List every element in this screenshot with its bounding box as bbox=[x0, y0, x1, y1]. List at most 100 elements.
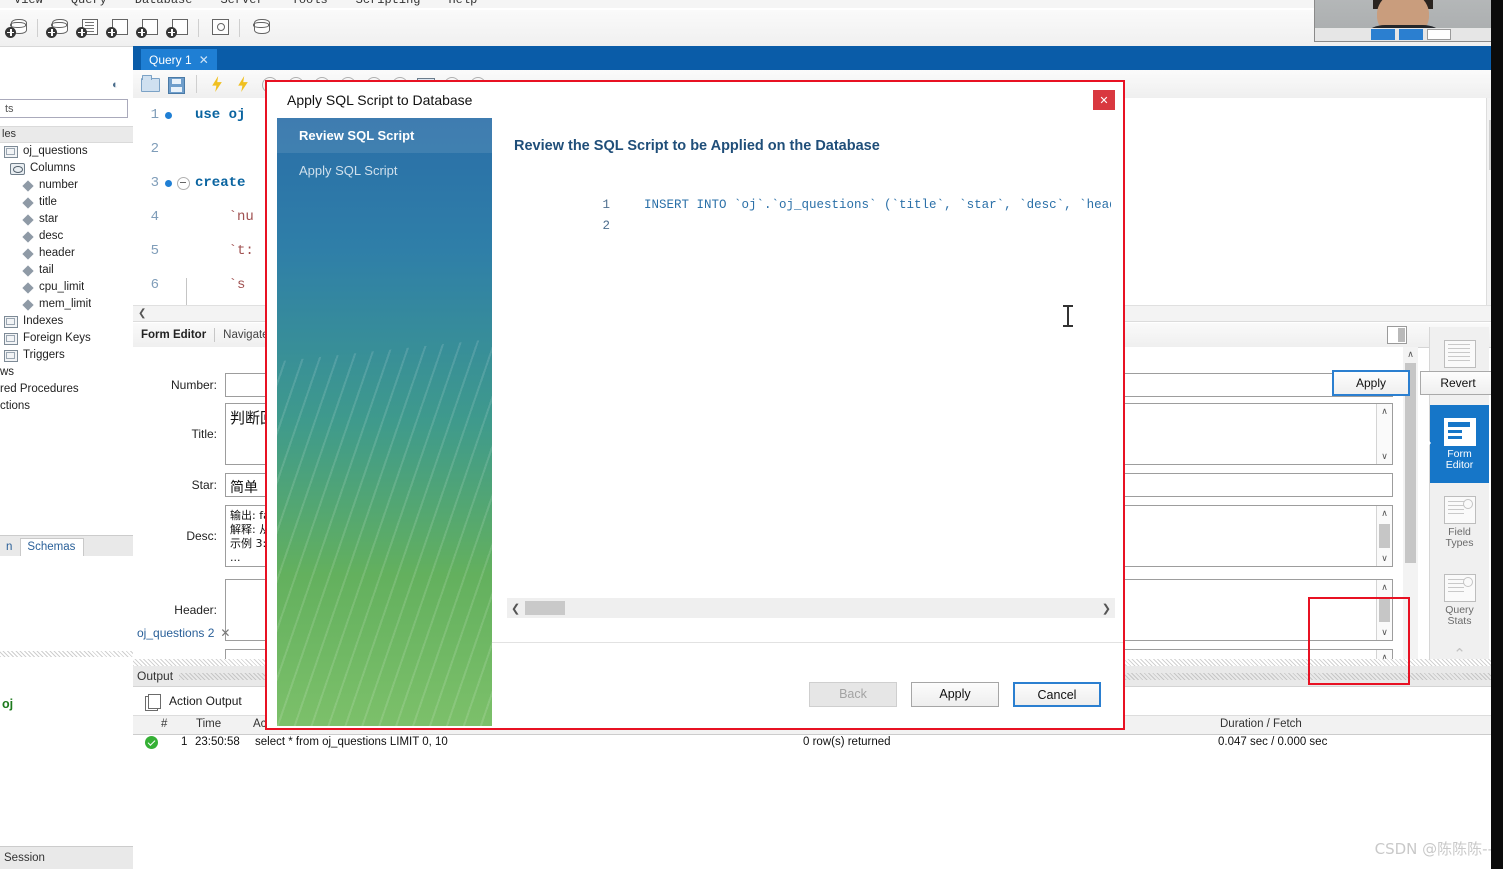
main-toolbar bbox=[0, 10, 1503, 47]
new-view-icon[interactable] bbox=[105, 15, 131, 41]
apply-button[interactable]: Apply bbox=[1332, 370, 1410, 396]
tree-item-column-header[interactable]: header bbox=[0, 245, 133, 262]
cancel-button[interactable]: Cancel bbox=[1013, 682, 1101, 707]
mysql-workbench-window: View Query Database Server Tools Scripti… bbox=[0, 0, 1503, 869]
line-number: 2 bbox=[602, 219, 611, 233]
toggle-sidebar-icon[interactable] bbox=[1387, 326, 1407, 344]
tree-item-column-star[interactable]: star bbox=[0, 211, 133, 228]
toolbar-separator bbox=[239, 19, 240, 37]
active-pointer-icon bbox=[1421, 432, 1431, 454]
tree-item-column-mem-limit[interactable]: mem_limit bbox=[0, 296, 133, 313]
menu-item-view[interactable]: View bbox=[0, 0, 57, 7]
tab-form-editor[interactable]: Form Editor bbox=[133, 329, 214, 341]
close-icon[interactable]: ✕ bbox=[199, 53, 209, 67]
tree-item-column-desc[interactable]: desc bbox=[0, 228, 133, 245]
new-schema-icon[interactable] bbox=[45, 15, 71, 41]
fold-toggle-icon[interactable] bbox=[177, 176, 190, 190]
scroll-up-icon[interactable]: ∧ bbox=[1377, 404, 1392, 419]
webcam-overlay bbox=[1314, 0, 1493, 42]
tree-item-views[interactable]: ws bbox=[0, 364, 133, 381]
apply-sql-script-dialog: Apply SQL Script to Database ✕ Review SQ… bbox=[265, 80, 1125, 730]
tab-administration[interactable]: n bbox=[0, 539, 20, 556]
tree-item-column-title[interactable]: title bbox=[0, 194, 133, 211]
menu-item-tools[interactable]: Tools bbox=[278, 0, 342, 7]
menu-item-server[interactable]: Server bbox=[206, 0, 277, 7]
step-review-sql-script[interactable]: Review SQL Script bbox=[277, 118, 492, 153]
tree-item-label: desc bbox=[39, 230, 64, 242]
new-table-icon[interactable] bbox=[75, 15, 101, 41]
rail-item-form-editor[interactable]: Form Editor bbox=[1421, 405, 1489, 483]
line-text: INSERT INTO `oj`.`oj_questions` (`title`… bbox=[644, 198, 1111, 212]
tree-item-foreign-keys[interactable]: Foreign Keys bbox=[0, 330, 133, 347]
scroll-thumb[interactable] bbox=[525, 601, 565, 615]
menu-item-database[interactable]: Database bbox=[121, 0, 207, 7]
schema-item-oj[interactable]: oj bbox=[0, 695, 133, 713]
line-number: 1 bbox=[150, 107, 159, 123]
new-procedure-icon[interactable] bbox=[135, 15, 161, 41]
tree-item-table[interactable]: oj_questions bbox=[0, 143, 133, 160]
execute-icon[interactable] bbox=[206, 73, 228, 95]
rail-item-query-stats[interactable]: Query Stats bbox=[1430, 561, 1489, 639]
tree-item-column-number[interactable]: number bbox=[0, 177, 133, 194]
tree-item-triggers[interactable]: Triggers bbox=[0, 347, 133, 364]
scroll-thumb[interactable] bbox=[1379, 598, 1390, 622]
scroll-up-icon[interactable]: ∧ bbox=[1377, 580, 1392, 595]
tree-item-stored-procedures[interactable]: red Procedures bbox=[0, 381, 133, 398]
scroll-down-icon[interactable]: ∨ bbox=[1377, 625, 1392, 640]
sql-preview-hscrollbar[interactable]: chevron-left-icon ❮ ❯ bbox=[507, 598, 1115, 618]
webcam-button[interactable] bbox=[1427, 29, 1451, 40]
search-data-icon[interactable] bbox=[206, 15, 232, 41]
scroll-down-icon[interactable]: ∨ bbox=[1377, 449, 1392, 464]
open-script-icon[interactable] bbox=[139, 73, 161, 95]
tree-item-functions[interactable]: ctions bbox=[0, 398, 133, 415]
scroll-up-icon[interactable]: ∧ bbox=[1377, 506, 1392, 521]
webcam-controls[interactable] bbox=[1315, 28, 1492, 41]
gutter-row: 4 bbox=[133, 200, 195, 234]
menu-item-help[interactable]: Help bbox=[434, 0, 491, 7]
result-tab-oj-questions[interactable]: oj_questions 2 ✕ bbox=[137, 626, 230, 640]
sql-preview-line: 1 INSERT INTO `oj`.`oj_questions` (`title… bbox=[503, 174, 1112, 212]
field-scrollbar[interactable]: ∧ ∨ bbox=[1376, 506, 1392, 566]
statement-marker-icon bbox=[165, 111, 172, 119]
tree-item-column-cpu-limit[interactable]: cpu_limit bbox=[0, 279, 133, 296]
chevron-left-icon[interactable]: ❮ bbox=[138, 308, 146, 319]
scroll-right-arrow[interactable]: ❯ bbox=[1102, 602, 1111, 615]
back-button[interactable]: Back bbox=[809, 682, 897, 707]
column-header-time: Time bbox=[196, 718, 222, 730]
tab-schemas[interactable]: Schemas bbox=[20, 538, 85, 556]
revert-button[interactable]: Revert bbox=[1420, 371, 1496, 395]
webcam-button[interactable] bbox=[1399, 29, 1423, 40]
save-script-icon[interactable] bbox=[165, 73, 187, 95]
tree-item-columns[interactable]: Columns bbox=[0, 160, 133, 177]
field-scrollbar[interactable]: ∧ ∨ bbox=[1376, 580, 1392, 640]
scroll-up-icon[interactable]: ∧ bbox=[1403, 347, 1418, 362]
dialog-apply-button[interactable]: Apply bbox=[911, 682, 999, 707]
navigator-splitter[interactable] bbox=[0, 651, 133, 657]
close-icon[interactable]: ✕ bbox=[1093, 90, 1115, 110]
navigator-filter-input[interactable]: ts bbox=[0, 99, 128, 118]
tab-query-1[interactable]: Query 1 ✕ bbox=[141, 49, 217, 70]
scroll-left-arrow[interactable]: ❮ bbox=[511, 602, 520, 615]
reconnect-server-icon[interactable] bbox=[247, 15, 273, 41]
scroll-thumb[interactable] bbox=[1379, 524, 1390, 548]
new-connection-icon[interactable] bbox=[4, 15, 30, 41]
new-function-icon[interactable] bbox=[165, 15, 191, 41]
tree-item-indexes[interactable]: Indexes bbox=[0, 313, 133, 330]
collapse-panel-icon[interactable]: ◐ bbox=[112, 79, 126, 91]
menu-item-query[interactable]: Query bbox=[57, 0, 121, 7]
tree-item-label: tail bbox=[39, 264, 54, 276]
gutter-row: 1 bbox=[133, 98, 195, 132]
output-table-row[interactable]: 1 23:50:58 select * from oj_questions LI… bbox=[133, 733, 1503, 755]
close-icon[interactable]: ✕ bbox=[220, 626, 230, 640]
tree-item-column-tail[interactable]: tail bbox=[0, 262, 133, 279]
sql-preview[interactable]: 1 INSERT INTO `oj`.`oj_questions` (`title… bbox=[502, 173, 1112, 625]
scroll-down-icon[interactable]: ∨ bbox=[1377, 551, 1392, 566]
rail-item-field-types[interactable]: Field Types bbox=[1430, 483, 1489, 561]
fold-guide bbox=[186, 278, 187, 308]
field-scrollbar[interactable]: ∧ ∨ bbox=[1376, 404, 1392, 464]
menu-item-scripting[interactable]: Scripting bbox=[342, 0, 435, 7]
form-panel-scrollbar[interactable]: ∧ ∨ bbox=[1403, 347, 1418, 672]
action-output-label[interactable]: Action Output bbox=[169, 694, 242, 708]
execute-current-icon[interactable] bbox=[232, 73, 254, 95]
webcam-button[interactable] bbox=[1371, 29, 1395, 40]
